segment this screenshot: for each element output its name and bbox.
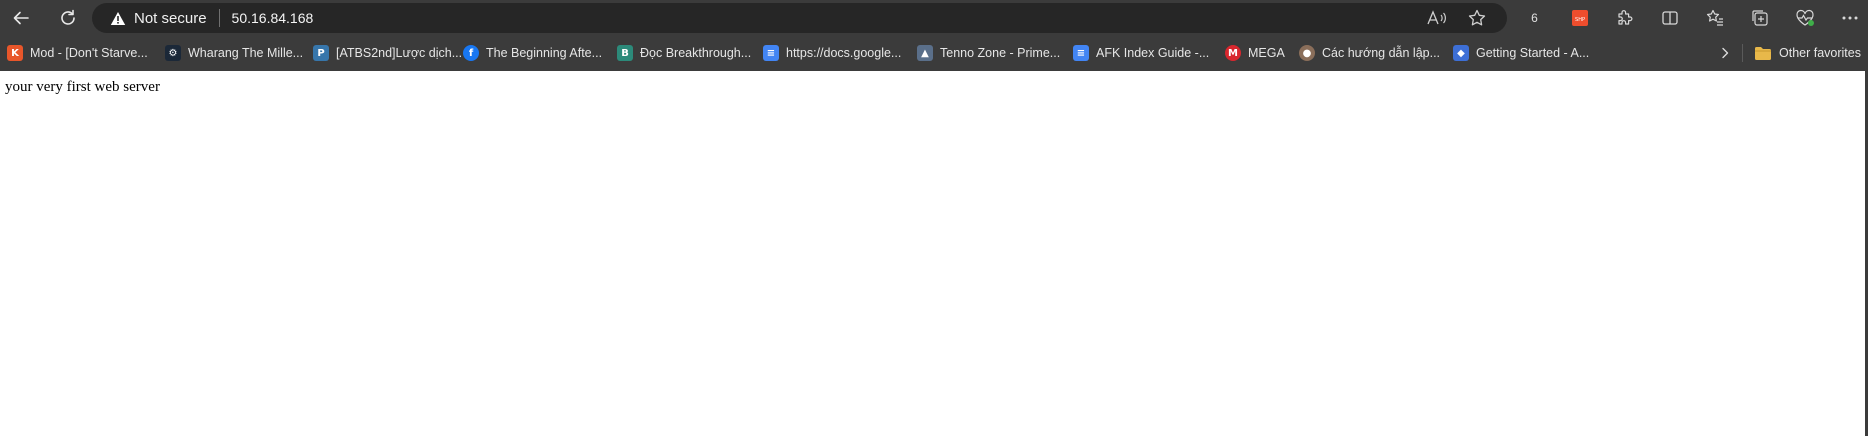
bookmark-item[interactable]: f The Beginning Afte... [457,39,611,67]
page-body-text: your very first web server [5,79,160,95]
svg-text:ЅHP: ЅHP [1575,17,1585,23]
shopee-extension-button[interactable]: ЅHP [1557,0,1602,35]
extension-badge-button[interactable]: 6 [1512,0,1557,35]
bookmarks-list: K Mod - [Don't Starve... ⚙ Wharang The Mill… [1,39,1590,67]
page-viewport: your very first web server [0,71,1865,436]
bookmark-item[interactable]: ▲ Tenno Zone - Prime... [911,39,1067,67]
bookmark-label: Tenno Zone - Prime... [940,46,1061,60]
collections-button[interactable] [1737,0,1782,35]
split-screen-icon [1661,10,1678,25]
bookmark-item[interactable]: ◆ Getting Started - A... [1447,39,1590,67]
split-screen-button[interactable] [1647,0,1692,35]
browser-window: Not secure 50.16.84.168 6 ЅHP K Mod - [D… [0,0,1868,436]
bookmarks-overflow-button[interactable] [1714,39,1736,67]
bookmark-item[interactable]: ● Các hướng dẫn lập... [1293,39,1447,67]
bookmark-label: Getting Started - A... [1476,46,1590,60]
bookmark-label: Wharang The Mille... [188,46,304,60]
settings-more-button[interactable] [1827,0,1868,35]
address-bar[interactable]: Not secure 50.16.84.168 [92,3,1507,33]
warning-icon[interactable] [110,11,126,26]
favorite-star-button[interactable] [1457,3,1497,33]
address-divider [218,9,220,27]
bookmarks-bar: K Mod - [Don't Starve... ⚙ Wharang The Mill… [0,35,1868,71]
back-arrow-icon [13,11,29,24]
bookmark-item[interactable]: P [ATBS2nd]Lược dịch... [307,39,462,67]
extension-badge-label: 6 [1531,10,1538,25]
puzzle-icon [1617,9,1632,25]
python-icon: P [313,45,329,61]
folder-icon [1755,46,1771,60]
read-aloud-button[interactable] [1417,3,1457,33]
bookmarks-separator [1742,44,1743,62]
bookmark-label: MEGA [1248,46,1285,60]
toolbar-actions: 6 ЅHP [1512,0,1868,35]
bookmark-item[interactable]: ≡ https://docs.google... [757,39,911,67]
more-dots-icon [1842,16,1857,19]
other-favorites-label: Other favorites [1779,46,1861,60]
security-status-label[interactable]: Not secure [134,10,207,27]
bookmark-item[interactable]: B Đọc Breakthrough... [611,39,757,67]
browser-toolbar: Not secure 50.16.84.168 6 ЅHP [0,0,1868,35]
back-button[interactable] [4,2,38,34]
url-text[interactable]: 50.16.84.168 [232,10,314,26]
google-docs-icon: ≡ [763,45,779,61]
diamond-site-icon: ◆ [1453,45,1469,61]
other-favorites-folder[interactable]: Other favorites [1748,39,1867,67]
avatar-site-icon: ● [1299,45,1315,61]
bookmark-item[interactable]: M MEGA [1219,39,1293,67]
bookmark-label: The Beginning Afte... [486,46,603,60]
mega-icon: M [1225,45,1241,61]
bookmark-label: Mod - [Don't Starve... [30,46,148,60]
k-logo-icon: K [7,45,23,61]
bookmark-label: AFK Index Guide -... [1096,46,1210,60]
steam-icon: ⚙ [165,45,181,61]
reload-button[interactable] [51,2,85,34]
browser-essentials-button[interactable] [1782,0,1827,35]
bookmark-label: https://docs.google... [786,46,902,60]
read-aloud-icon [1427,10,1446,25]
extensions-button[interactable] [1602,0,1647,35]
address-bar-actions [1417,3,1497,33]
heart-pulse-icon [1795,9,1814,26]
bookmark-item[interactable]: K Mod - [Don't Starve... [1,39,159,67]
bookmark-label: Đọc Breakthrough... [640,46,752,60]
shopee-icon: ЅHP [1571,9,1588,26]
tenno-zone-icon: ▲ [917,45,933,61]
book-site-icon: B [617,45,633,61]
bookmark-item[interactable]: ⚙ Wharang The Mille... [159,39,307,67]
star-icon [1468,9,1486,26]
reload-icon [61,9,75,25]
google-docs-icon: ≡ [1073,45,1089,61]
chevron-right-icon [1722,47,1729,59]
bookmark-label: [ATBS2nd]Lược dịch... [336,46,463,60]
collections-icon [1751,9,1768,26]
facebook-icon: f [463,45,479,61]
bookmark-item[interactable]: ≡ AFK Index Guide -... [1067,39,1219,67]
favorites-star-list-icon [1706,9,1723,26]
favorites-button[interactable] [1692,0,1737,35]
bookmark-label: Các hướng dẫn lập... [1322,46,1441,60]
